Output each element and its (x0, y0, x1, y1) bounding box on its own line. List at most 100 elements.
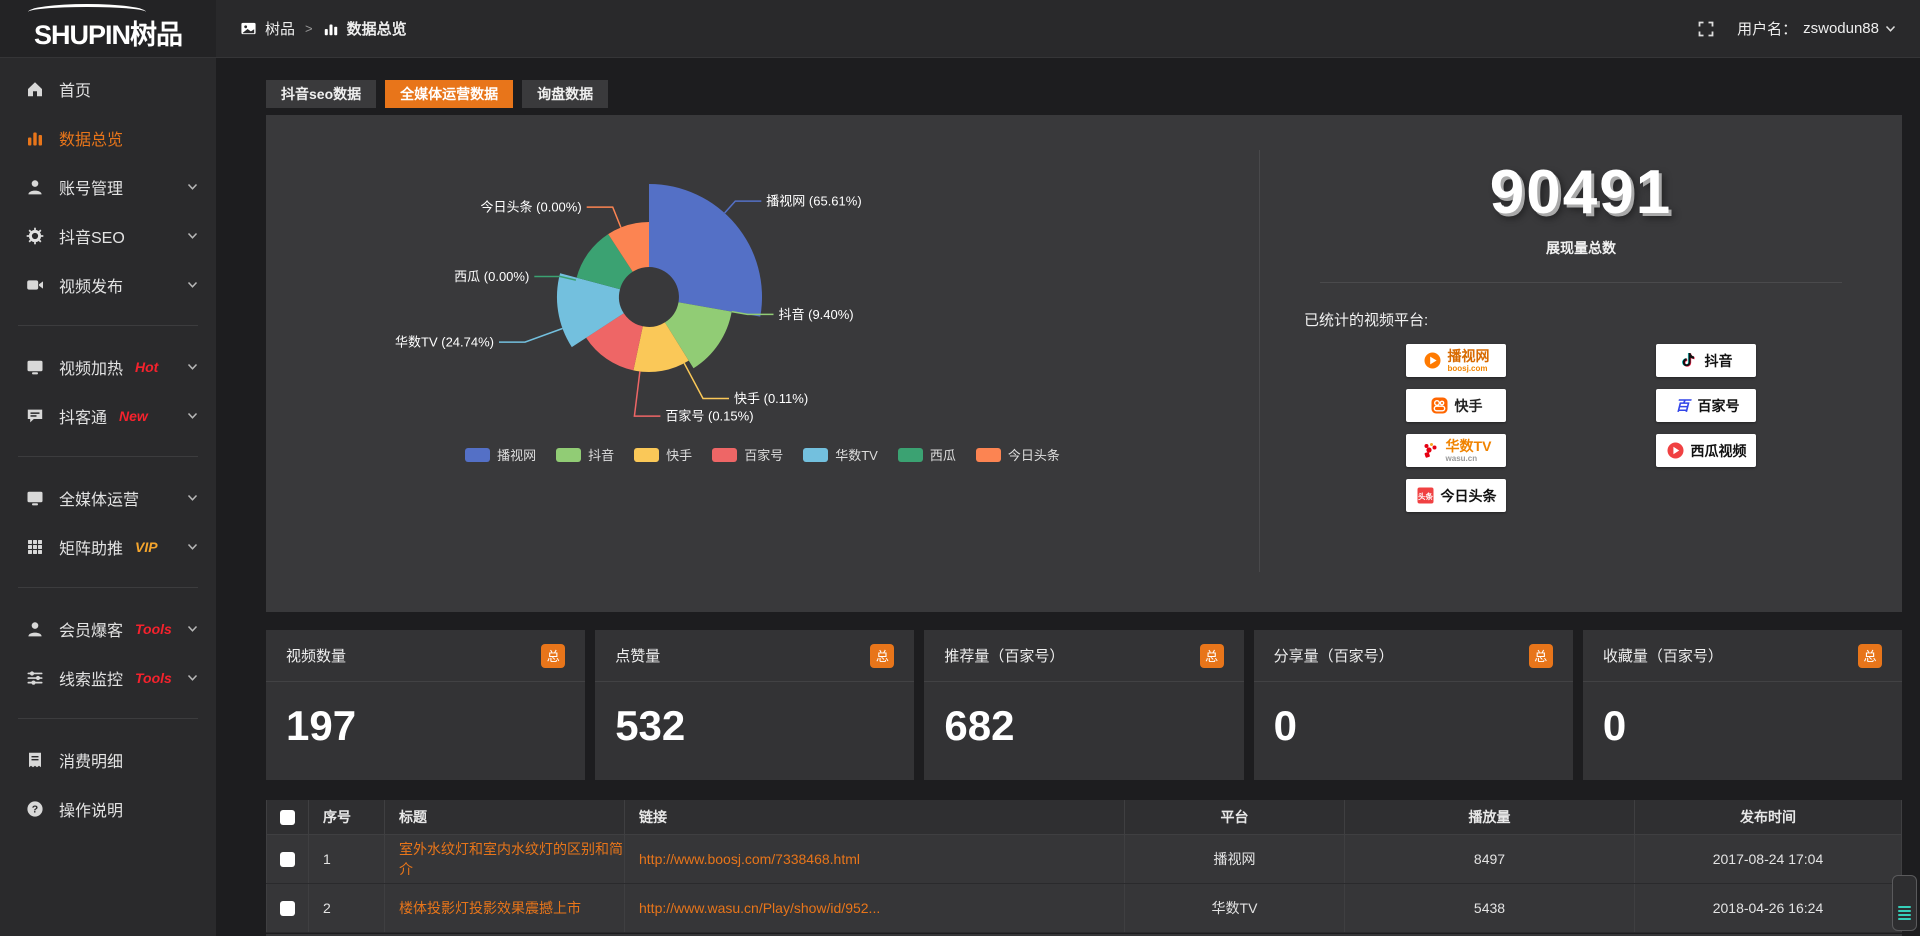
stat-card-视频数量: 视频数量总197 (266, 630, 585, 780)
sidebar-badge-Hot: Hot (135, 359, 158, 375)
sidebar-item-label: 抖客通 (59, 404, 107, 428)
app-logo[interactable]: SHUPIN树品 (0, 0, 216, 57)
widget-bar (1898, 910, 1911, 912)
platform-badge-grid: 播视网boosj.com抖音快手百百家号华数TVwasu.cn西瓜视频头条今日头… (1351, 344, 1811, 512)
legend-item-今日头条[interactable]: 今日头条 (976, 445, 1060, 464)
sidebar-badge-VIP: VIP (135, 539, 158, 555)
sidebar-item-消费明细[interactable]: 消费明细 (0, 735, 216, 784)
toutiao-icon: 头条 (1416, 486, 1435, 505)
floating-widget[interactable] (1892, 875, 1917, 931)
stat-card-label: 推荐量（百家号） (944, 645, 1064, 666)
total-impressions-value: 90491 (1260, 157, 1902, 228)
total-badge: 总 (1858, 644, 1882, 668)
legend-item-快手[interactable]: 快手 (634, 445, 692, 464)
video-title-link[interactable]: 室外水纹灯和室内水纹灯的区别和简介 (399, 841, 623, 877)
sidebar-item-会员爆客[interactable]: 会员爆客Tools (0, 604, 216, 653)
col-header-title: 标题 (385, 800, 625, 834)
tab-全媒体运营数据[interactable]: 全媒体运营数据 (385, 80, 513, 108)
monitor-icon (26, 358, 44, 376)
stats-row: 视频数量总197点赞量总532 推荐量（百家号） 总 682分享量（百家号）总0 收藏量… (266, 630, 1902, 780)
video-url-link[interactable]: http://www.boosj.com/7338468.html (639, 851, 860, 867)
pie-label-百家号: 百家号 (0.15%) (665, 409, 753, 424)
legend-item-播视网[interactable]: 播视网 (465, 445, 536, 464)
sidebar-item-抖客通[interactable]: 抖客通New (0, 391, 216, 440)
chart-card: 播视网 (65.61%)抖音 (9.40%)快手 (0.11%)百家号 (0.1… (266, 115, 1902, 612)
stat-card-点赞量: 点赞量总532 (595, 630, 914, 780)
platform-badge-今日头条: 头条今日头条 (1406, 479, 1506, 512)
cell-platform: 播视网 (1125, 834, 1345, 883)
select-all-cell (267, 800, 309, 834)
sidebar-item-首页[interactable]: 首页 (0, 64, 216, 113)
pie-label-line (725, 201, 762, 213)
monitor-icon (26, 489, 44, 507)
stat-card-header: 点赞量总 (595, 630, 914, 682)
pie-label-line (634, 371, 660, 416)
legend-swatch (803, 448, 828, 462)
chevron-down-icon (1885, 25, 1896, 33)
tab-抖音seo数据[interactable]: 抖音seo数据 (266, 80, 376, 108)
legend-item-百家号[interactable]: 百家号 (712, 445, 783, 464)
sidebar-item-视频加热[interactable]: 视频加热 Hot (0, 342, 216, 391)
stat-card-value: 0 (1583, 682, 1902, 750)
stat-card-label: 收藏量（百家号） (1603, 645, 1723, 666)
legend-item-华数TV[interactable]: 华数TV (803, 445, 878, 464)
legend-item-抖音[interactable]: 抖音 (556, 445, 614, 464)
sidebar-item-label: 数据总览 (59, 126, 123, 150)
sidebar-item-视频发布[interactable]: 视频发布 (0, 260, 216, 309)
tabs-row: 抖音seo数据全媒体运营数据询盘数据 (266, 80, 1902, 108)
legend-swatch (898, 448, 923, 462)
legend-swatch (976, 448, 1001, 462)
row-checkbox[interactable] (280, 852, 295, 867)
col-header-plays: 播放量 (1345, 800, 1635, 834)
sidebar-divider (18, 325, 198, 326)
legend-item-西瓜[interactable]: 西瓜 (898, 445, 956, 464)
legend-label: 播视网 (497, 445, 536, 464)
legend-label: 快手 (666, 445, 692, 464)
video-url-link[interactable]: http://www.wasu.cn/Play/show/id/952... (639, 900, 880, 916)
stat-card-value: 682 (924, 682, 1243, 750)
douyin-icon (1680, 351, 1699, 370)
chevron-down-icon (187, 363, 198, 371)
tab-询盘数据[interactable]: 询盘数据 (522, 80, 608, 108)
platform-name: 播视网 (1448, 349, 1490, 363)
chevron-down-icon (187, 494, 198, 502)
pie-label-西瓜: 西瓜 (0.00%) (454, 269, 529, 284)
pie-label-line (684, 363, 729, 398)
sidebar-item-线索监控[interactable]: 线索监控Tools (0, 653, 216, 702)
total-impressions-label: 展现量总数 (1260, 238, 1902, 258)
video-title-link[interactable]: 楼体投影灯投影效果震撼上市 (399, 900, 581, 916)
summary-divider (1320, 282, 1842, 283)
legend-swatch (556, 448, 581, 462)
sidebar-item-label: 账号管理 (59, 175, 123, 199)
svg-text:?: ? (32, 803, 38, 815)
pie-slice-播视网[interactable] (649, 184, 762, 317)
sidebar-item-全媒体运营[interactable]: 全媒体运营 (0, 473, 216, 522)
legend-swatch (712, 448, 737, 462)
sidebar-item-label: 视频加热 (59, 355, 123, 379)
cell-plays: 8497 (1345, 834, 1635, 883)
sidebar-badge-Tools: Tools (135, 621, 172, 637)
sliders-icon (26, 669, 44, 687)
sidebar-divider (18, 456, 198, 457)
sidebar-item-抖音SEO[interactable]: 抖音SEO (0, 211, 216, 260)
stat-card-label: 分享量（百家号） (1274, 645, 1394, 666)
cell-time: 2017-08-24 17:04 (1635, 834, 1902, 883)
user-menu[interactable]: 用户名：zswodun88 (1737, 18, 1896, 39)
sidebar-badge-Tools: Tools (135, 670, 172, 686)
breadcrumb-item-home[interactable]: 树品 (265, 18, 295, 39)
sidebar-item-账号管理[interactable]: 账号管理 (0, 162, 216, 211)
sidebar-item-label: 首页 (59, 77, 91, 101)
legend-label: 百家号 (744, 445, 783, 464)
sidebar-item-矩阵助推[interactable]: 矩阵助推VIP (0, 522, 216, 571)
select-all-checkbox[interactable] (280, 810, 295, 825)
svg-text:头条: 头条 (1418, 491, 1434, 501)
fullscreen-icon[interactable] (1697, 20, 1715, 38)
row-checkbox[interactable] (280, 901, 295, 916)
svg-text:百: 百 (1675, 398, 1692, 414)
platform-badge-快手: 快手 (1406, 389, 1506, 422)
sidebar-item-操作说明[interactable]: ?操作说明 (0, 784, 216, 833)
home-icon (26, 80, 44, 98)
widget-bar (1898, 918, 1911, 920)
sidebar-item-数据总览[interactable]: 数据总览 (0, 113, 216, 162)
stat-card-header: 分享量（百家号）总 (1254, 630, 1573, 682)
